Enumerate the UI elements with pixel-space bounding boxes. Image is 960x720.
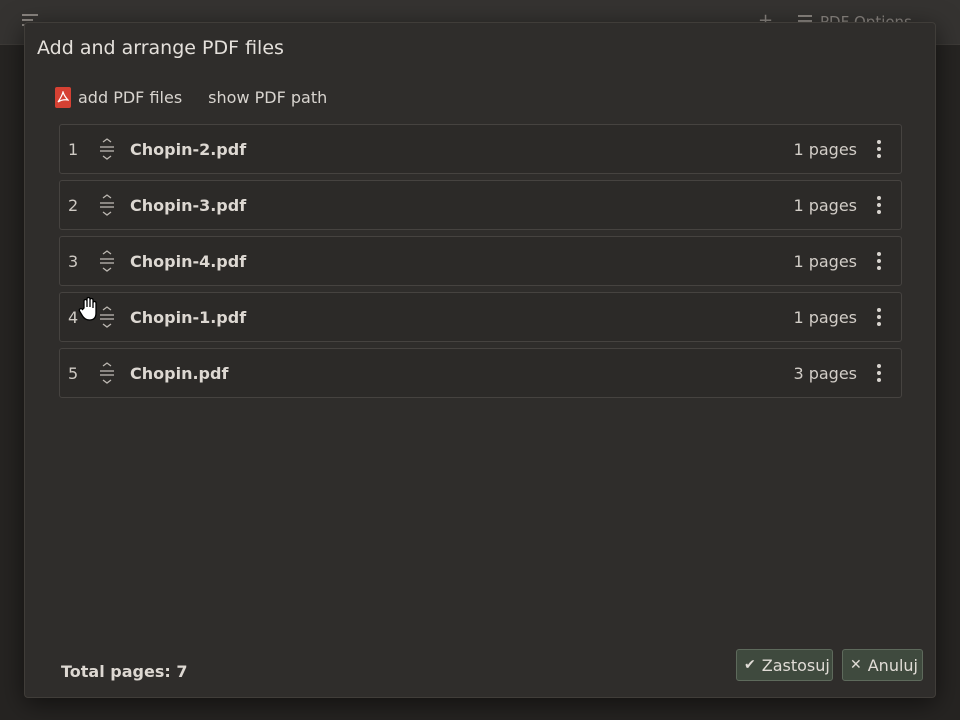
more-vertical-icon[interactable]: [871, 363, 887, 383]
file-page-count: 3 pages: [793, 363, 857, 383]
dialog-title: Add and arrange PDF files: [37, 37, 284, 59]
file-name: Chopin-1.pdf: [130, 307, 247, 327]
more-vertical-icon[interactable]: [871, 139, 887, 159]
file-page-count: 1 pages: [793, 251, 857, 271]
apply-button[interactable]: ✔ Zastosuj: [736, 649, 833, 681]
drag-handle-icon[interactable]: [98, 194, 116, 216]
more-vertical-icon[interactable]: [871, 307, 887, 327]
file-row[interactable]: 3 Chopin-4.pdf 1 pages: [59, 236, 902, 286]
more-vertical-icon[interactable]: [871, 195, 887, 215]
file-row[interactable]: 2 Chopin-3.pdf 1 pages: [59, 180, 902, 230]
file-name: Chopin-3.pdf: [130, 195, 247, 215]
add-arrange-pdf-dialog: Add and arrange PDF files add PDF files …: [24, 22, 936, 698]
file-page-count: 1 pages: [793, 307, 857, 327]
pdf-file-icon: [55, 87, 71, 108]
file-index: 3: [68, 251, 79, 271]
cancel-label: Anuluj: [867, 655, 918, 675]
show-pdf-path-button[interactable]: show PDF path: [208, 88, 327, 107]
file-row[interactable]: 5 Chopin.pdf 3 pages: [59, 348, 902, 398]
add-pdf-files-button[interactable]: add PDF files: [55, 87, 182, 108]
apply-label: Zastosuj: [761, 655, 830, 675]
file-name: Chopin-2.pdf: [130, 139, 247, 159]
file-page-count: 1 pages: [793, 139, 857, 159]
file-index: 5: [68, 363, 79, 383]
total-pages-label: Total pages: 7: [61, 662, 188, 681]
add-pdf-files-label: add PDF files: [78, 88, 183, 107]
drag-handle-icon[interactable]: [98, 362, 116, 384]
file-row[interactable]: 4 Chopin-1.pdf 1 pages: [59, 292, 902, 342]
drag-handle-icon[interactable]: [98, 138, 116, 160]
drag-handle-icon[interactable]: [98, 250, 116, 272]
file-index: 2: [68, 195, 79, 215]
file-index: 1: [68, 139, 79, 159]
close-icon: ✕: [850, 657, 862, 673]
hand-cursor-icon: [78, 296, 97, 321]
file-page-count: 1 pages: [793, 195, 857, 215]
file-name: Chopin-4.pdf: [130, 251, 247, 271]
check-icon: ✔: [744, 657, 756, 673]
cancel-button[interactable]: ✕ Anuluj: [842, 649, 923, 681]
more-vertical-icon[interactable]: [871, 251, 887, 271]
file-name: Chopin.pdf: [130, 363, 229, 383]
pdf-file-list: 1 Chopin-2.pdf 1 pages 2 Chopin-3.pdf 1 …: [59, 124, 902, 404]
file-row[interactable]: 1 Chopin-2.pdf 1 pages: [59, 124, 902, 174]
dialog-actions: add PDF files show PDF path: [55, 87, 327, 108]
